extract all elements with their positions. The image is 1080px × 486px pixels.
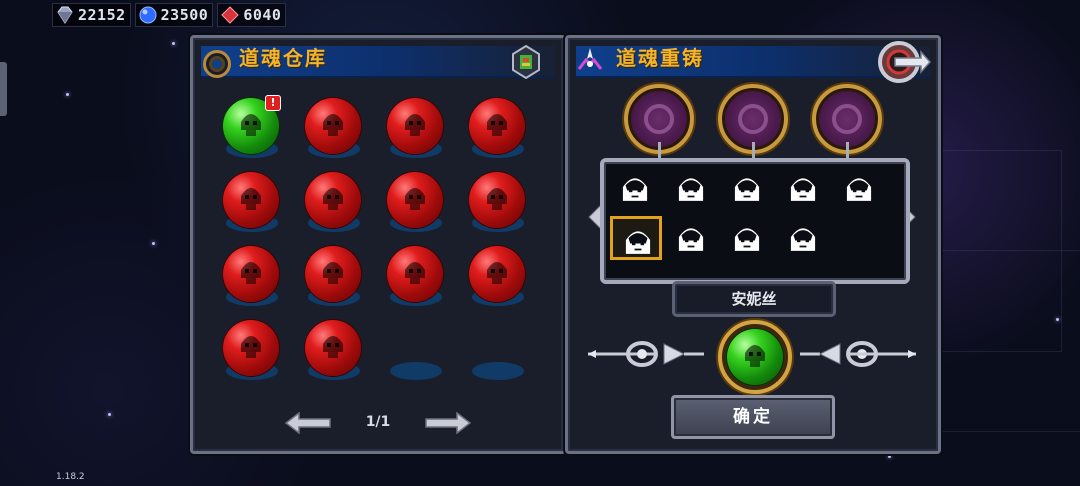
left-scepter-ornament (588, 341, 704, 367)
red-soul-orb[interactable] (305, 98, 361, 154)
red-soul-orb[interactable] (469, 172, 525, 228)
character-portrait-icon (846, 178, 872, 201)
star (172, 42, 175, 45)
soul-orb-slot[interactable] (385, 320, 447, 382)
right-scepter-ornament (800, 341, 916, 367)
soul-warehouse-panel: 道魂仓库 ! 1/1 (190, 35, 566, 454)
map-icon[interactable] (511, 45, 541, 79)
soul-orb-slot[interactable] (385, 172, 447, 234)
forge-icon (577, 48, 603, 70)
soul-orb-slot[interactable] (221, 320, 283, 382)
star (888, 455, 891, 458)
blue-gem-icon (139, 6, 157, 24)
red-gem-counter: 6040 (217, 3, 287, 27)
warehouse-title: 道魂仓库 (239, 46, 327, 70)
character-face-icon (487, 114, 507, 136)
red-soul-orb[interactable] (223, 246, 279, 302)
diamond-icon (57, 6, 73, 24)
soul-orb-slot[interactable] (385, 246, 447, 308)
star (1056, 318, 1059, 321)
next-page-arrow[interactable] (425, 412, 471, 434)
red-soul-orb[interactable] (305, 172, 361, 228)
confirm-button[interactable]: 确定 (671, 395, 835, 439)
character-portrait[interactable] (834, 166, 886, 210)
orb-pedestal (472, 362, 524, 380)
back-button[interactable] (875, 40, 931, 84)
character-portrait[interactable] (722, 166, 774, 210)
soul-orb-slot[interactable] (221, 246, 283, 308)
character-face-icon (241, 188, 261, 210)
red-soul-orb[interactable] (305, 320, 361, 376)
alert-badge: ! (265, 95, 281, 111)
soul-orb-slot[interactable] (385, 98, 447, 160)
character-portrait[interactable] (778, 166, 830, 210)
character-portrait-icon (734, 178, 760, 201)
soul-orb-slot[interactable] (303, 246, 365, 308)
green-soul-orb (727, 329, 783, 385)
resource-bar: 22152 23500 6040 (52, 3, 287, 27)
red-soul-orb[interactable] (387, 246, 443, 302)
character-portrait[interactable] (778, 216, 830, 260)
character-portrait-icon (734, 228, 760, 251)
red-soul-orb[interactable] (223, 320, 279, 376)
character-portrait-icon (622, 178, 648, 201)
orb-pedestal (390, 362, 442, 380)
character-portrait[interactable] (666, 166, 718, 210)
selected-character-name: 安妮丝 (672, 281, 836, 317)
red-soul-orb[interactable] (305, 246, 361, 302)
red-soul-orb[interactable] (469, 98, 525, 154)
red-soul-orb[interactable] (469, 246, 525, 302)
blue-gem-counter: 23500 (134, 3, 214, 27)
character-portrait-icon (678, 228, 704, 251)
character-select-grid (600, 158, 910, 284)
soul-orb-slot[interactable] (467, 98, 529, 160)
red-soul-orb[interactable] (387, 172, 443, 228)
character-portrait-icon (790, 228, 816, 251)
star (108, 413, 111, 416)
soul-orb-slot[interactable] (467, 246, 529, 308)
character-face-icon (487, 262, 507, 284)
edge-tab[interactable] (0, 62, 7, 116)
soul-reforge-panel: 道魂重铸 安妮丝 确定 (565, 35, 941, 454)
star (152, 242, 155, 245)
soul-orb-slot[interactable] (303, 98, 365, 160)
character-portrait[interactable] (722, 216, 774, 260)
character-face-icon (241, 114, 261, 136)
character-portrait-icon (790, 178, 816, 201)
soul-orb-slot[interactable]: ! (221, 95, 283, 160)
character-face-icon (405, 262, 425, 284)
character-face-icon (405, 114, 425, 136)
reforge-title: 道魂重铸 (616, 46, 704, 70)
circuit-pattern (940, 150, 1062, 352)
character-portrait-icon (625, 231, 651, 254)
character-portrait[interactable] (610, 166, 662, 210)
soul-orb-slot[interactable] (303, 172, 365, 234)
red-soul-orb[interactable] (223, 172, 279, 228)
character-face-icon (323, 336, 343, 358)
character-portrait[interactable] (666, 216, 718, 260)
character-portrait-selected[interactable] (610, 216, 662, 260)
soul-orb-slot[interactable] (467, 172, 529, 234)
character-face-icon (745, 345, 765, 367)
reforge-result-socket[interactable] (718, 320, 792, 394)
soul-orb-slot[interactable] (221, 172, 283, 234)
red-gem-icon (221, 6, 240, 24)
prev-page-arrow[interactable] (285, 412, 331, 434)
version-label: 1.18.2 (56, 472, 85, 482)
red-soul-orb[interactable] (387, 98, 443, 154)
character-face-icon (405, 188, 425, 210)
soul-orb-slot[interactable] (303, 320, 365, 382)
star (66, 93, 69, 96)
character-portrait-icon (678, 178, 704, 201)
diamond-counter: 22152 (52, 3, 131, 27)
soul-orb-slot[interactable] (467, 320, 529, 382)
character-face-icon (241, 336, 261, 358)
page-indicator: 1/1 (365, 414, 391, 430)
character-face-icon (241, 262, 261, 284)
character-face-icon (323, 114, 343, 136)
character-face-icon (487, 188, 507, 210)
character-face-icon (323, 262, 343, 284)
ring-icon (203, 50, 231, 78)
character-face-icon (323, 188, 343, 210)
